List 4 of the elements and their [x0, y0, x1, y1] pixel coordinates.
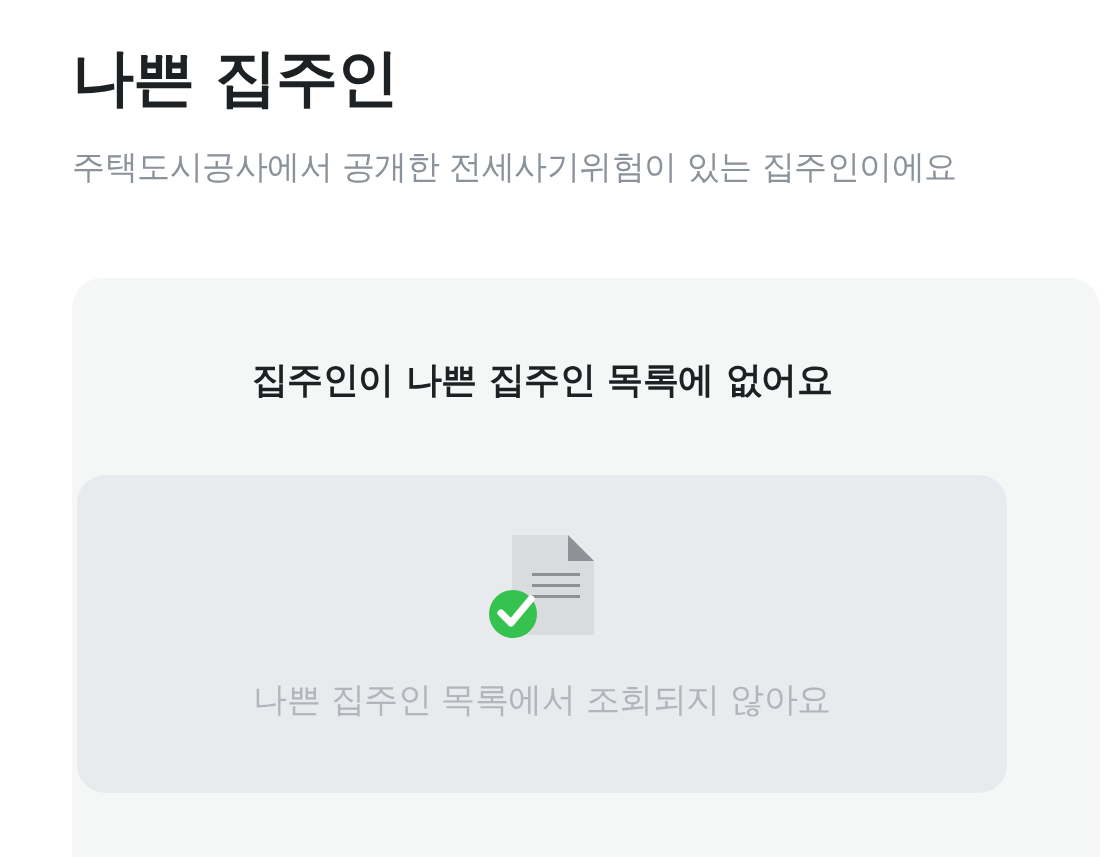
page-subtitle: 주택도시공사에서 공개한 전세사기위험이 있는 집주인이에요	[72, 145, 957, 188]
page-title: 나쁜 집주인	[72, 40, 398, 116]
document-check-icon	[488, 532, 596, 639]
result-heading: 집주인이 나쁜 집주인 목록에 없어요	[251, 357, 833, 402]
